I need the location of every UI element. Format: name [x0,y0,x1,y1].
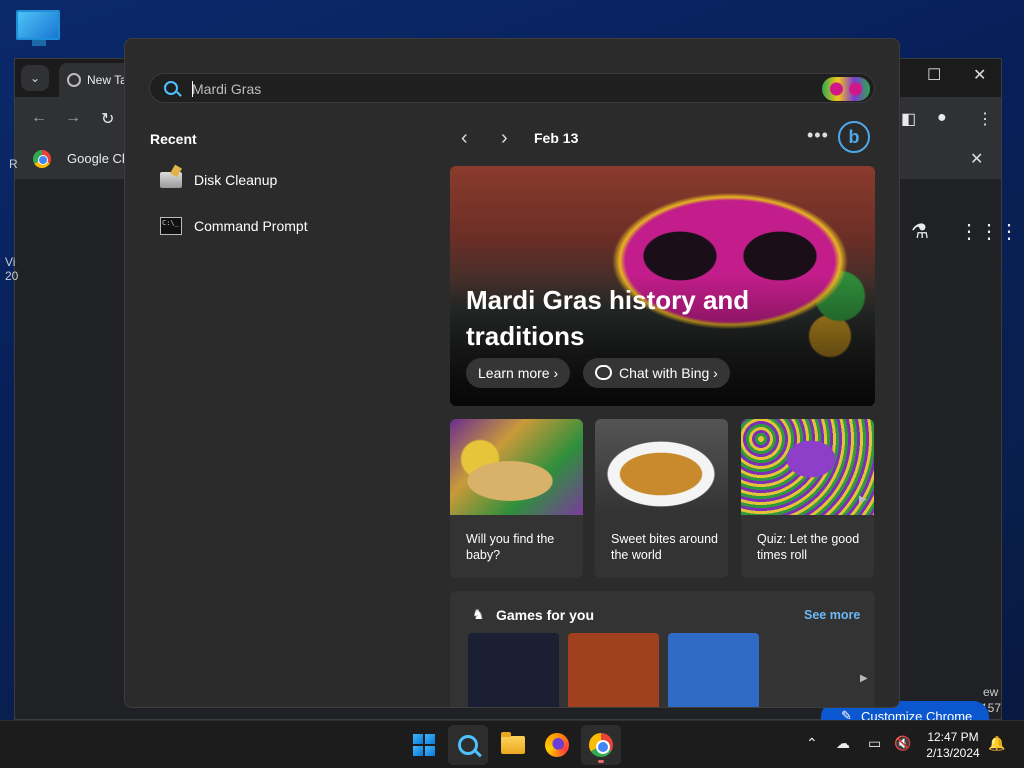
chevron-right-icon: › [713,365,718,381]
king-cake-image [450,419,583,515]
monitor-icon [16,10,60,40]
more-options-icon[interactable]: ••• [807,125,829,146]
chevron-up-icon[interactable]: ⌃ [806,735,818,752]
taskbar: ⌃ ☁ ▭ 🔇 12:47 PM 2/13/2024 🔔 [0,720,1024,768]
chrome-tab-icon [67,73,81,87]
search-input[interactable] [192,79,792,99]
chevron-right-icon: › [553,365,559,381]
folder-icon [501,732,525,754]
apps-grid-icon[interactable]: ⋮⋮⋮ [959,219,1019,244]
edge-text: ew [983,685,999,699]
windows-logo-icon [413,734,435,756]
labs-flask-icon[interactable]: ⚗ [911,219,929,244]
chrome-icon [589,733,613,757]
games-title: Games for you [496,607,595,623]
running-indicator [598,760,604,763]
chat-with-bing-button[interactable]: Chat with Bing › [583,358,730,388]
card-caption: Sweet bites around the world [611,532,719,562]
edge-text: R [9,157,18,171]
tab-search-button[interactable]: ⌄ [21,65,49,91]
games-section: ♞ Games for you See more ▶ [450,591,875,707]
next-day-chevron-icon[interactable]: › [501,127,508,150]
bookmark-close-icon[interactable]: ✕ [970,149,983,169]
chrome-taskbar-button[interactable] [581,725,621,765]
hero-title: Mardi Gras history and traditions [466,285,750,351]
game-tile[interactable] [568,633,659,707]
taskbar-search-button[interactable] [448,725,488,765]
clock-time: 12:47 PM [927,730,979,744]
file-explorer-button[interactable] [493,725,533,765]
firefox-button[interactable] [537,725,577,765]
scroll-right-arrow-icon[interactable]: ▶ [860,673,868,684]
onedrive-cloud-icon[interactable]: ☁ [836,735,850,752]
disk-cleanup-icon [160,172,182,188]
see-more-link[interactable]: See more [804,608,860,622]
bing-icon[interactable]: b [838,121,870,153]
forward-icon[interactable]: → [65,109,81,127]
game-tile[interactable] [468,633,559,707]
search-flyout: Recent Disk Cleanup C:\_ Command Prompt … [124,38,900,708]
highlight-card-baby[interactable]: Will you find the baby? [450,419,583,578]
system-clock[interactable]: 12:47 PM 2/13/2024 [918,729,988,761]
card-caption: Quiz: Let the good times roll [757,532,860,562]
chrome-tab-title: New Ta [87,73,127,87]
notification-bell-icon[interactable]: 🔔 [988,735,1005,752]
search-icon [164,81,178,95]
reload-icon[interactable]: ↻ [101,109,114,129]
this-pc-desktop-icon[interactable] [16,10,62,50]
hero-card[interactable]: Mardi Gras history and traditions Learn … [450,166,875,406]
recent-item-disk-cleanup[interactable]: Disk Cleanup [160,167,420,193]
highlight-card-quiz[interactable]: Quiz: Let the good times roll [741,419,874,578]
firefox-icon [545,733,569,757]
back-icon[interactable]: ← [31,109,47,127]
highlight-date: Feb 13 [534,130,579,146]
previous-day-chevron-icon[interactable]: ‹ [461,127,468,150]
menu-dots-icon[interactable]: ⋮ [977,109,993,129]
google-chrome-icon [33,150,51,168]
recent-item-label: Disk Cleanup [194,172,278,188]
recent-item-command-prompt[interactable]: C:\_ Command Prompt [160,213,420,239]
card-caption: Will you find the baby? [466,532,555,562]
clock-date: 2/13/2024 [926,746,980,760]
edge-text: 20 [5,269,19,283]
mardi-gras-mask-icon[interactable] [822,77,870,101]
crepe-image [595,419,728,515]
highlight-card-sweet-bites[interactable]: Sweet bites around the world [595,419,728,578]
game-tile[interactable] [668,633,759,707]
beads-mask-image [741,419,874,515]
bookmark-label[interactable]: Google Ch [67,151,129,166]
maximize-icon[interactable]: ☐ [927,65,941,85]
games-icon: ♞ [472,606,485,622]
search-box[interactable] [149,73,875,103]
command-prompt-icon: C:\_ [160,217,182,235]
scroll-right-arrow-icon[interactable]: ▶ [859,494,867,505]
side-panel-icon[interactable]: ◧ [901,109,916,129]
network-icon[interactable]: ▭ [868,735,881,752]
text-caret [192,81,193,97]
recent-heading: Recent [150,131,197,147]
profile-icon[interactable]: ● [937,109,947,127]
chat-bubble-icon [595,365,612,380]
start-button[interactable] [404,725,444,765]
learn-more-button[interactable]: Learn more › [466,358,571,388]
close-window-icon[interactable]: ✕ [973,65,986,85]
recent-item-label: Command Prompt [194,218,308,234]
edge-text: Vi [5,255,16,269]
volume-muted-icon[interactable]: 🔇 [894,735,911,752]
search-icon [458,735,478,755]
